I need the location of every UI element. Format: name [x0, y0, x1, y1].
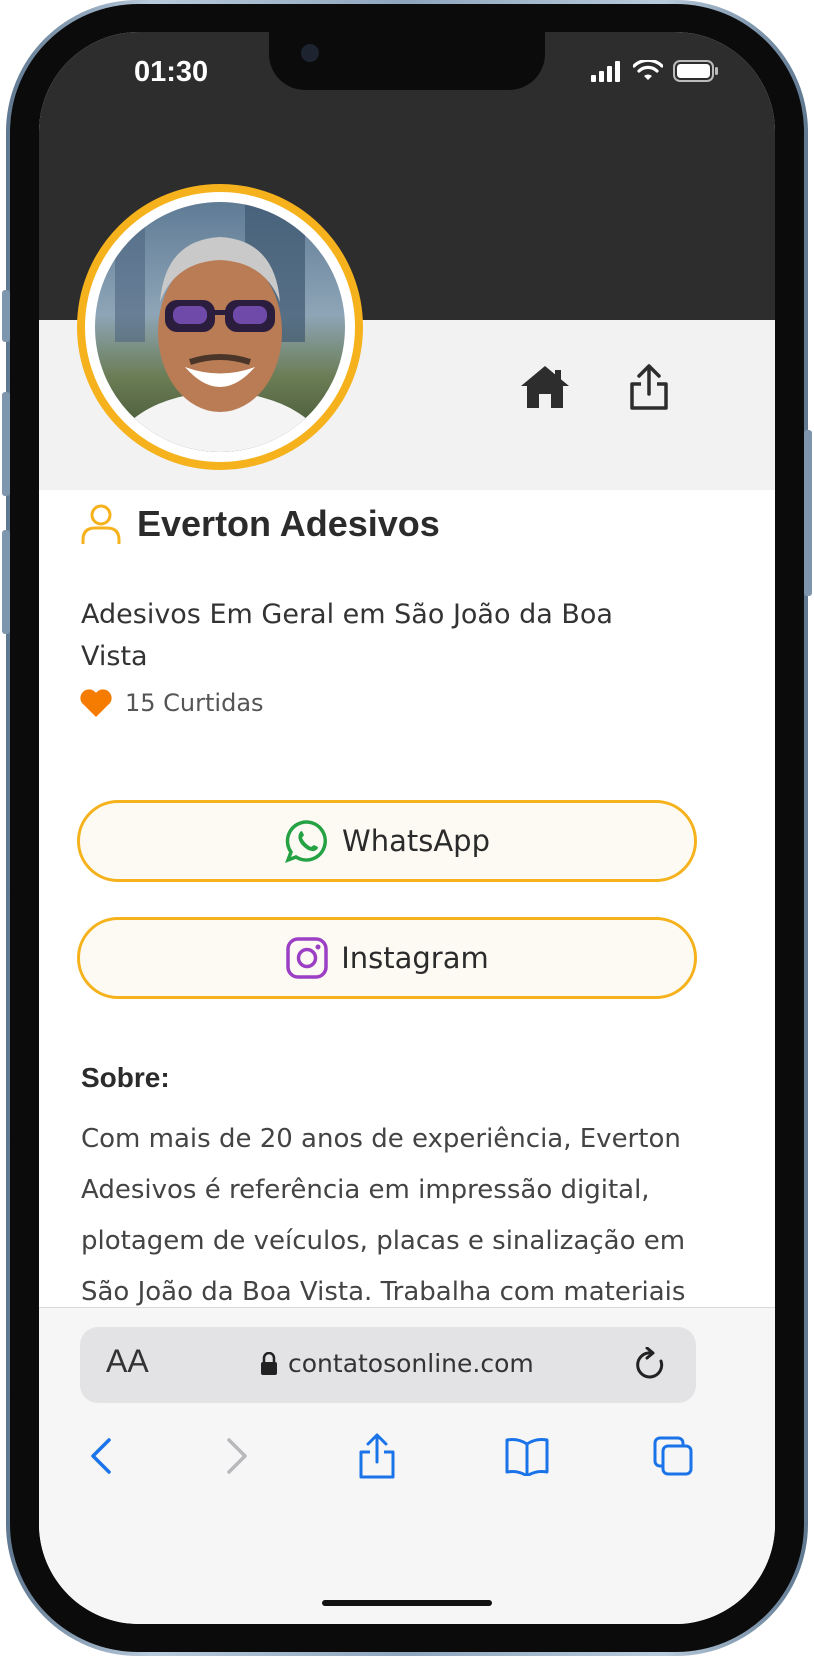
status-icons [591, 60, 719, 82]
likes-count: 15 Curtidas [125, 689, 264, 717]
volume-up-button [2, 392, 10, 496]
tabs-icon [653, 1436, 693, 1476]
instagram-icon [286, 937, 328, 979]
text-size-button[interactable]: AA [106, 1343, 149, 1380]
share-button[interactable] [347, 1426, 407, 1486]
avatar-photo [95, 202, 345, 452]
user-icon [81, 504, 121, 544]
profile-avatar [77, 184, 363, 470]
whatsapp-icon [285, 820, 327, 863]
whatsapp-button[interactable]: WhatsApp [77, 800, 697, 882]
signal-icon [591, 61, 620, 82]
screen: 01:30 Everton Adesivos Adesivos Em Geral… [39, 32, 775, 1624]
share-icon [359, 1433, 395, 1479]
bookmarks-button[interactable] [497, 1426, 557, 1486]
profile-name: Everton Adesivos [137, 503, 440, 544]
camera [301, 44, 319, 62]
instagram-button[interactable]: Instagram [77, 917, 697, 999]
chevron-left-icon [91, 1438, 111, 1474]
browser-toolbar [39, 1426, 775, 1486]
about-text: Com mais de 20 anos de experiência, Ever… [81, 1124, 686, 1307]
lock-icon [261, 1351, 277, 1375]
url-text: contatosonline.com [288, 1349, 534, 1378]
about-title: Sobre: [81, 1062, 170, 1093]
address-bar[interactable]: AA contatosonline.com [80, 1327, 696, 1403]
share-icon [630, 364, 668, 410]
instagram-label: Instagram [341, 941, 489, 975]
volume-down-button [2, 530, 10, 634]
battery-icon [673, 60, 718, 82]
url-display[interactable]: contatosonline.com [260, 1349, 534, 1378]
home-indicator [322, 1600, 492, 1606]
status-time: 01:30 [134, 56, 209, 88]
heart-icon [80, 689, 112, 717]
avatar-illustration [111, 202, 329, 452]
name-row: Everton Adesivos [79, 502, 440, 546]
forward-button[interactable] [207, 1426, 267, 1486]
home-button[interactable] [515, 357, 575, 417]
silent-switch [2, 290, 10, 342]
power-button [804, 430, 812, 596]
back-button[interactable] [71, 1426, 131, 1486]
chevron-right-icon [227, 1438, 247, 1474]
tabs-button[interactable] [643, 1426, 703, 1486]
reload-button[interactable] [634, 1346, 668, 1387]
likes-row[interactable]: 15 Curtidas [79, 688, 264, 718]
profile-tagline: Adesivos Em Geral em São João da Boa Vis… [81, 599, 613, 672]
whatsapp-label: WhatsApp [342, 824, 490, 858]
book-icon [505, 1438, 549, 1476]
reload-icon [636, 1346, 664, 1379]
wifi-icon [633, 60, 663, 80]
safari-bottom-bar: AA contatosonline.com [39, 1307, 775, 1624]
notch [269, 32, 545, 90]
share-profile-button[interactable] [619, 357, 679, 417]
home-icon [521, 366, 569, 408]
